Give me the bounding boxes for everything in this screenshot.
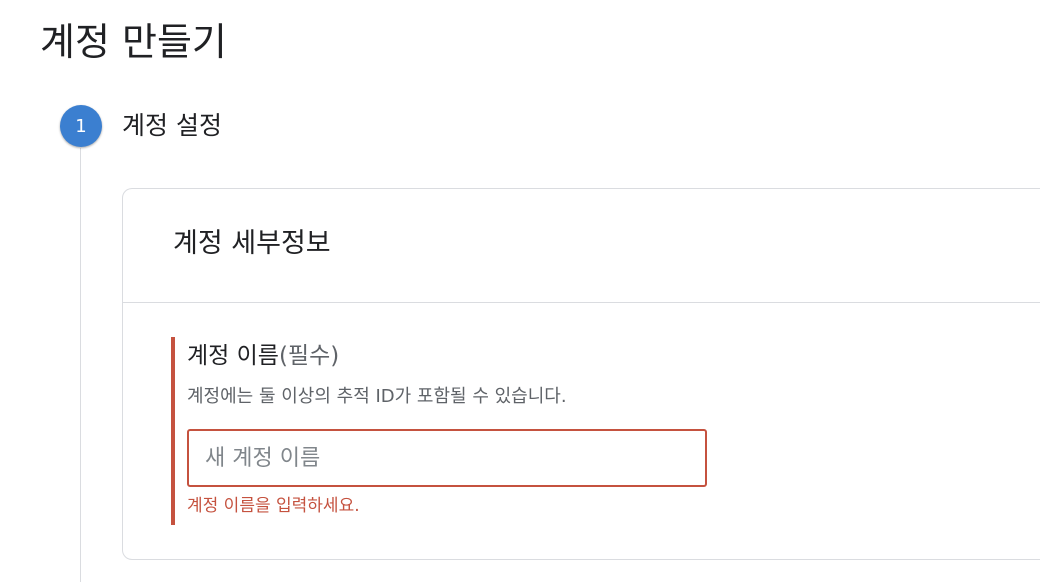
account-details-card: 계정 세부정보 계정 이름(필수) 계정에는 둘 이상의 추적 ID가 포함될 … — [122, 188, 1040, 560]
account-name-label: 계정 이름(필수) — [187, 341, 339, 371]
card-title: 계정 세부정보 — [173, 228, 331, 259]
account-name-input[interactable] — [187, 429, 707, 487]
account-name-help-text: 계정에는 둘 이상의 추적 ID가 포함될 수 있습니다. — [187, 386, 567, 407]
page-title: 계정 만들기 — [40, 20, 227, 64]
step-number-badge: 1 — [60, 105, 102, 147]
account-name-field-group: 계정 이름(필수) 계정에는 둘 이상의 추적 ID가 포함될 수 있습니다. … — [171, 337, 735, 525]
required-indicator: (필수) — [278, 343, 340, 369]
stepper-connector-line — [80, 148, 81, 582]
card-header: 계정 세부정보 — [123, 189, 1040, 303]
step-title: 계정 설정 — [122, 111, 222, 140]
account-name-label-text: 계정 이름 — [187, 343, 279, 369]
account-name-error-message: 계정 이름을 입력하세요. — [187, 496, 360, 516]
